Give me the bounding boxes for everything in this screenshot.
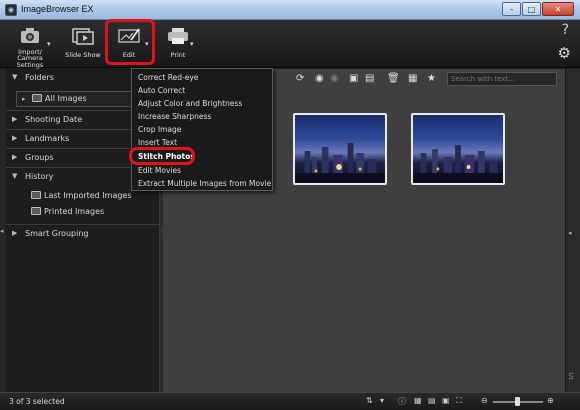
import-label-line2: Camera Settings [16,54,44,69]
slide-show-label: Slide Show [65,51,101,59]
compare-icon[interactable]: ▣ [349,73,358,84]
right-panel-grip[interactable]: ◂ 1/1 [565,69,580,392]
edit-dropdown-menu: Correct Red-eye Auto Correct Adjust Colo… [131,68,273,191]
search-input[interactable]: Search with text... [447,72,557,86]
selection-status: 3 of 3 selected [9,397,65,406]
stitch-photos-highlight-frame [129,147,195,165]
zoom-slider-handle[interactable] [515,397,520,406]
section-smart-grouping-label: Smart Grouping [25,229,89,238]
section-history-label: History [25,172,54,181]
rotate-icon[interactable]: ⟳ [296,73,304,84]
images-icon [32,94,42,102]
forward-icon[interactable]: ◉ [330,73,339,84]
last-imported-label: Last Imported Images [44,191,132,200]
all-images-label: All Images [45,94,87,103]
info-icon[interactable]: ⓘ [398,396,406,407]
rating-filter-icon[interactable]: ★ [427,73,436,84]
last-imported-images-item[interactable]: Last Imported Images [31,191,132,200]
menu-item-increase-sharpness[interactable]: Increase Sharpness [138,112,211,121]
expand-arrow-icon: ▼ [12,73,18,81]
section-shooting-date-label: Shooting Date [25,115,83,124]
copy-icon[interactable]: ▤ [365,73,374,84]
gear-icon[interactable]: ⚙ [558,44,571,62]
slide-show-button[interactable]: Slide Show [62,20,104,68]
section-folders-label: Folders [25,73,54,82]
main-toolbar: Import/ Camera Settings ▾ Slide Show Edi… [0,20,580,69]
expand-arrow-icon: ▼ [12,172,18,180]
preview-view-icon[interactable]: ▣ [442,396,450,405]
thumbnail-image[interactable] [293,113,387,185]
import-dropdown-caret[interactable]: ▾ [47,40,51,48]
menu-item-correct-red-eye[interactable]: Correct Red-eye [138,73,198,82]
thumbnail-image[interactable] [411,113,505,185]
printed-images-item[interactable]: Printed Images [31,207,104,216]
trash-icon[interactable]: 🗑 [387,73,400,84]
folder-icon [31,191,41,199]
close-button[interactable]: ✕ [542,2,574,16]
expand-arrow-icon: ▶ [12,153,18,161]
edit-highlight-frame [105,19,155,65]
window-title: ImageBrowser EX [21,4,94,14]
printed-images-label: Printed Images [44,207,105,216]
zoom-in-icon[interactable]: ⊕ [547,396,554,405]
menu-item-adjust-color-brightness[interactable]: Adjust Color and Brightness [138,99,242,108]
app-icon [5,4,17,16]
print-label: Print [170,51,186,59]
zoom-out-icon[interactable]: ⊖ [481,396,488,405]
camera-import-icon [21,28,39,43]
menu-item-edit-movies[interactable]: Edit Movies [138,166,181,175]
help-icon[interactable]: ? [562,22,569,38]
cityscape-image [295,143,385,183]
expand-arrow-icon: ▶ [12,229,18,237]
page-counter: 1/1 [567,371,573,380]
menu-item-insert-text[interactable]: Insert Text [138,138,177,147]
expand-arrow-icon[interactable]: ◂ [568,229,572,237]
fullscreen-icon[interactable]: ⛶ [456,396,462,406]
list-view-icon[interactable]: ▤ [428,396,436,405]
print-dropdown-caret[interactable]: ▾ [190,40,194,48]
printer-icon [168,28,188,44]
maximize-button[interactable]: □ [522,2,541,16]
menu-item-auto-correct[interactable]: Auto Correct [138,86,185,95]
filter-icon[interactable]: ▾ [380,396,384,405]
cityscape-image [413,145,503,183]
expand-arrow-icon: ▶ [12,134,18,142]
back-icon[interactable]: ◉ [315,73,324,84]
title-bar: ImageBrowser EX – □ ✕ [0,0,580,20]
printer-icon [31,207,41,215]
section-landmarks-label: Landmarks [25,134,70,143]
collapse-arrow-icon: ▸ [22,95,26,103]
expand-arrow-icon: ▶ [12,115,18,123]
all-images-row: All Images [32,94,87,103]
minimize-button[interactable]: – [502,2,521,16]
menu-item-crop-image[interactable]: Crop Image [138,125,181,134]
sort-order-icon[interactable]: ⇅ [366,396,373,405]
grid-view-icon[interactable]: ▦ [414,396,422,405]
sort-icon[interactable]: ▦ [408,73,417,84]
window-controls: – □ ✕ [501,2,574,16]
menu-item-extract-images-from-movie[interactable]: Extract Multiple Images from Movie [138,179,271,188]
status-bar: 3 of 3 selected ⇅ ▾ ⓘ ▦ ▤ ▣ ⛶ ⊖ ⊕ [0,392,580,410]
collapse-arrow-icon[interactable]: ◂ [0,227,4,235]
section-groups-label: Groups [25,153,54,162]
section-smart-grouping[interactable]: ▶ Smart Grouping [6,224,160,242]
slideshow-icon [72,28,94,45]
